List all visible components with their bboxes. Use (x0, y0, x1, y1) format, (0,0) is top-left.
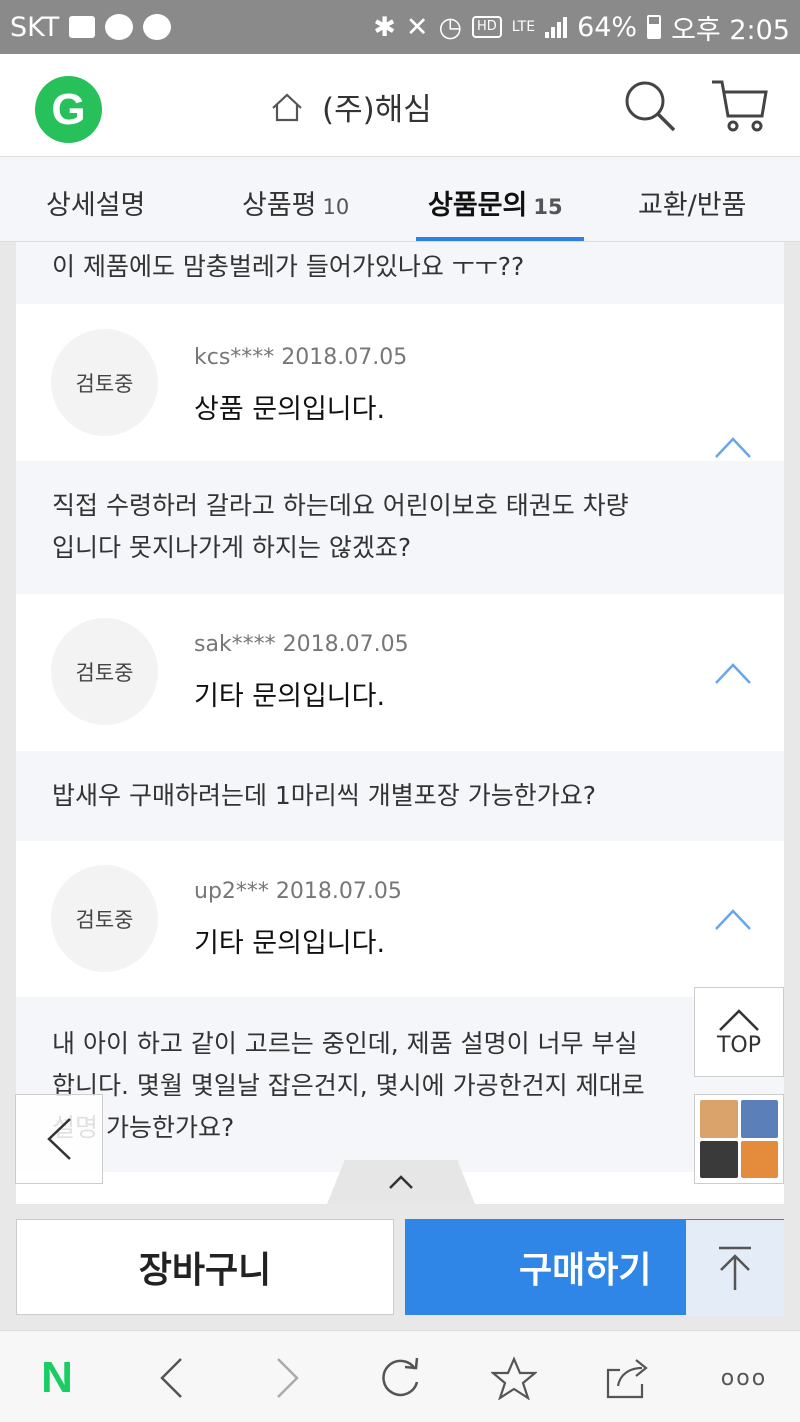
alarm-icon: ◷ (438, 11, 462, 43)
status-bar: SKT ✱ ✕ ◷ HD LTE 64% 오후 2:05 (0, 0, 800, 54)
star-icon (491, 1356, 537, 1400)
app-header: G (주)해심 (0, 54, 800, 157)
top-label: TOP (716, 1032, 762, 1058)
gallery-icon (69, 16, 96, 38)
purchase-bar: 장바구니 구매하기 (0, 1204, 800, 1330)
active-tab-indicator (416, 237, 584, 241)
tab-description[interactable]: 상세설명 (46, 183, 145, 222)
question-text: 밥새우 구매하려는데 1마리씩 개별포장 가능한가요? (16, 751, 784, 841)
product-image (740, 1100, 778, 1138)
clock: 오후 2:05 (671, 14, 790, 46)
back-button[interactable] (146, 1353, 196, 1403)
status-badge: 검토중 (51, 329, 158, 436)
recent-product-thumbnail[interactable] (694, 1094, 784, 1184)
cart-icon[interactable] (708, 76, 770, 136)
store-name: (주)해심 (322, 92, 432, 128)
add-to-cart-button[interactable]: 장바구니 (16, 1219, 394, 1315)
share-icon (606, 1359, 648, 1399)
chevron-up-icon (719, 1008, 759, 1031)
hd-voice-icon: HD (472, 16, 502, 38)
chevron-up-icon[interactable] (714, 435, 752, 459)
tab-reviews[interactable]: 상품평 10 (242, 183, 349, 222)
bean-icon (143, 14, 172, 40)
scroll-top-button[interactable]: TOP (694, 987, 784, 1077)
store-title[interactable]: (주)해심 (270, 84, 432, 129)
more-menu-button[interactable]: ooo (716, 1353, 772, 1403)
arrow-up-icon (719, 1246, 751, 1290)
carrier-label: SKT (10, 11, 60, 43)
list-item[interactable]: 검토중 kcs**** 2018.07.05 상품 문의입니다. (16, 304, 784, 461)
tab-exchange-return[interactable]: 교환/반품 (638, 183, 746, 222)
mute-icon: ✕ (405, 11, 429, 43)
author-date: kcs**** 2018.07.05 (194, 345, 408, 370)
share-button[interactable] (603, 1353, 653, 1403)
question-text: 이 제품에도 맘충벌레가 들어가있나요 ㅜㅜ?? (16, 242, 784, 304)
signal-icon (545, 16, 568, 38)
product-tabs: 상세설명 상품평 10 상품문의 15 교환/반품 (0, 157, 800, 242)
list-item[interactable]: 검토중 up2*** 2018.07.05 기타 문의입니다. (16, 841, 784, 997)
bluetooth-icon: ✱ (373, 11, 396, 43)
reload-icon (382, 1357, 419, 1397)
chevron-left-icon (160, 1358, 182, 1398)
panel-handle[interactable] (327, 1160, 475, 1204)
question-title: 기타 문의입니다. (194, 681, 386, 712)
battery-icon (647, 15, 662, 39)
product-image (700, 1140, 738, 1178)
question-text: 직접 수령하러 갈라고 하는데요 어린이보호 태권도 차량 입니다 못지나가게 … (16, 461, 784, 594)
question-title: 기타 문의입니다. (194, 928, 386, 959)
battery-percent: 64% (577, 11, 638, 43)
author-date: up2*** 2018.07.05 (194, 879, 402, 904)
talk-icon (105, 14, 134, 40)
reload-button[interactable] (375, 1353, 425, 1403)
status-badge: 검토중 (51, 865, 158, 972)
author-date: sak**** 2018.07.05 (194, 632, 409, 657)
search-icon[interactable] (622, 78, 678, 134)
question-text: 내 아이 하고 같이 고르는 중인데, 제품 설명이 너무 부실 합니다. 몇월… (16, 997, 784, 1172)
chevron-right-icon (277, 1358, 299, 1398)
product-image (740, 1140, 778, 1178)
list-item[interactable]: 검토중 sak**** 2018.07.05 기타 문의입니다. (16, 594, 784, 751)
bookmark-button[interactable] (489, 1353, 539, 1403)
naver-home-button[interactable]: N (32, 1353, 82, 1403)
lte-icon: LTE (511, 19, 536, 35)
product-image (700, 1100, 738, 1138)
chevron-left-icon (47, 1118, 71, 1160)
status-badge: 검토중 (51, 618, 158, 725)
chevron-up-icon[interactable] (714, 661, 752, 685)
home-icon (272, 92, 302, 121)
chevron-up-icon[interactable] (714, 907, 752, 931)
tab-inquiries[interactable]: 상품문의 15 (428, 183, 563, 222)
question-title: 상품 문의입니다. (194, 394, 386, 425)
gmarket-logo[interactable]: G (35, 76, 102, 143)
browser-navbar: N ooo (0, 1330, 800, 1422)
forward-button[interactable] (263, 1353, 313, 1403)
back-float-button[interactable] (15, 1094, 103, 1184)
scroll-up-button[interactable] (686, 1220, 784, 1316)
chevron-up-icon (389, 1175, 413, 1189)
qna-list: 이 제품에도 맘충벌레가 들어가있나요 ㅜㅜ?? 검토중 kcs**** 201… (16, 242, 784, 1204)
